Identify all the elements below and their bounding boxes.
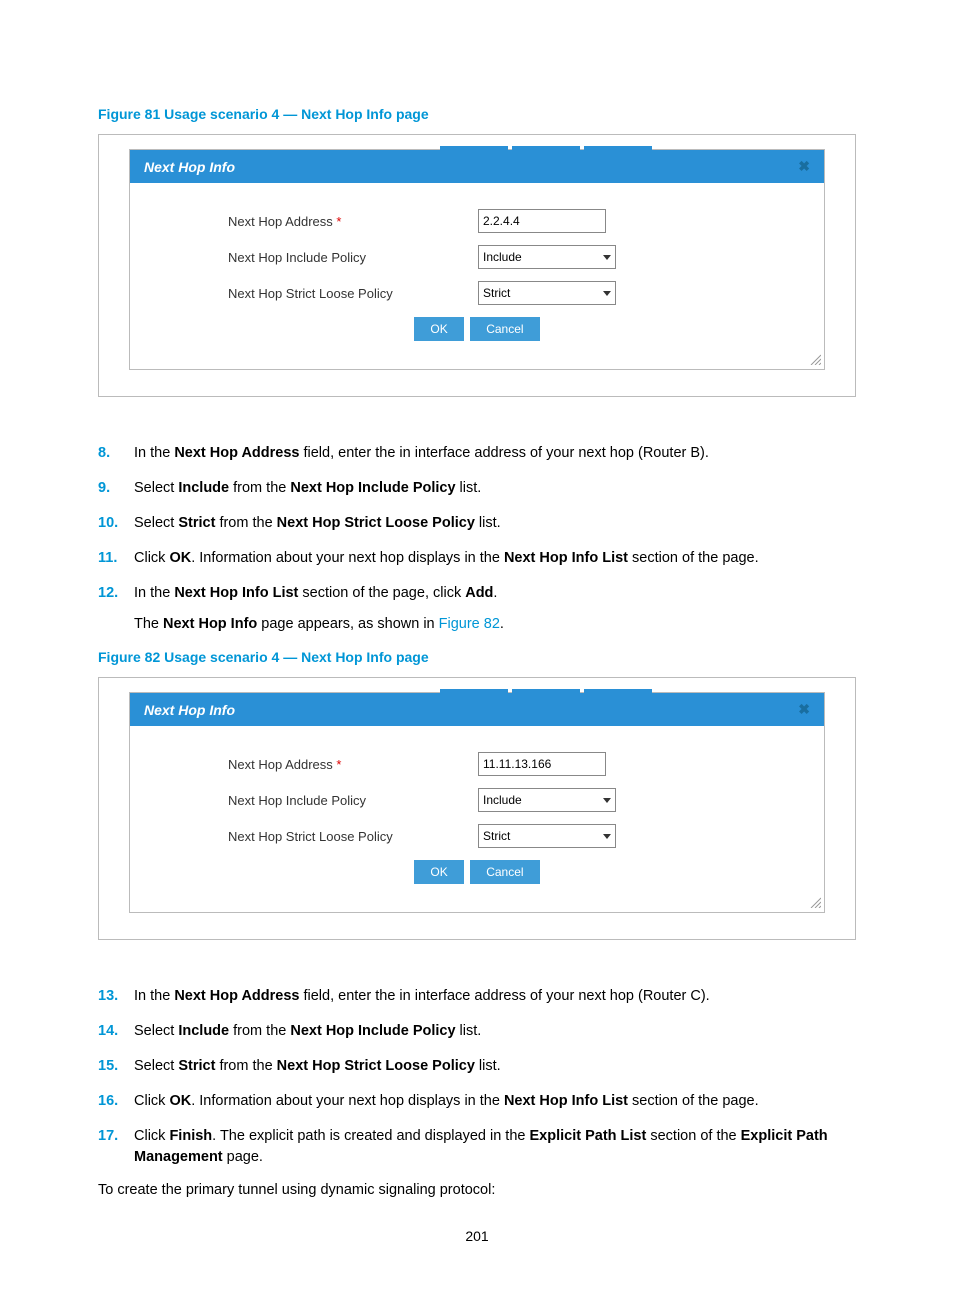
next-hop-info-dialog: Next Hop Info ✖ Next Hop Address * Next … [129,149,825,370]
cancel-button[interactable]: Cancel [470,860,539,884]
figure-link[interactable]: Figure 82 [439,616,500,632]
dialog-header: Next Hop Info ✖ [130,693,824,726]
step-text: In the Next Hop Address field, enter the… [134,986,856,1007]
select-value: Include [483,793,522,807]
step-number: 12. [98,583,134,635]
next-hop-include-policy-select[interactable]: Include [478,788,616,812]
chevron-down-icon [603,834,611,839]
step-item: 10.Select Strict from the Next Hop Stric… [98,513,856,534]
ok-button[interactable]: OK [414,317,463,341]
dialog-body: Next Hop Address * Next Hop Include Poli… [130,183,824,351]
figure-81-screenshot: Next Hop Info ✖ Next Hop Address * Next … [98,134,856,397]
step-subtext: The Next Hop Info page appears, as shown… [134,614,856,635]
figure-82-caption: Figure 82 Usage scenario 4 — Next Hop In… [98,649,856,665]
step-number: 13. [98,986,134,1007]
step-item: 9.Select Include from the Next Hop Inclu… [98,478,856,499]
page-number: 201 [98,1228,856,1244]
step-number: 8. [98,443,134,464]
next-hop-include-policy-select[interactable]: Include [478,245,616,269]
step-number: 15. [98,1056,134,1077]
steps-list-a: 8.In the Next Hop Address field, enter t… [98,443,856,635]
chevron-down-icon [603,291,611,296]
figure-82-screenshot: Next Hop Info ✖ Next Hop Address * Next … [98,677,856,940]
next-hop-address-label: Next Hop Address * [140,757,478,772]
step-text: Select Strict from the Next Hop Strict L… [134,513,856,534]
step-item: 13.In the Next Hop Address field, enter … [98,986,856,1007]
step-number: 16. [98,1091,134,1112]
figure-81-caption: Figure 81 Usage scenario 4 — Next Hop In… [98,106,856,122]
next-hop-include-policy-label: Next Hop Include Policy [140,250,478,265]
close-icon[interactable]: ✖ [798,158,810,175]
next-hop-include-policy-label: Next Hop Include Policy [140,793,478,808]
step-item: 12.In the Next Hop Info List section of … [98,583,856,635]
step-number: 9. [98,478,134,499]
dialog-header: Next Hop Info ✖ [130,150,824,183]
next-hop-strict-loose-policy-select[interactable]: Strict [478,281,616,305]
cancel-button[interactable]: Cancel [470,317,539,341]
step-text: In the Next Hop Address field, enter the… [134,443,856,464]
step-number: 14. [98,1021,134,1042]
step-item: 8.In the Next Hop Address field, enter t… [98,443,856,464]
select-value: Strict [483,829,510,843]
step-text: Select Include from the Next Hop Include… [134,1021,856,1042]
step-text: Click OK. Information about your next ho… [134,548,856,569]
step-item: 15.Select Strict from the Next Hop Stric… [98,1056,856,1077]
select-value: Include [483,250,522,264]
select-value: Strict [483,286,510,300]
chevron-down-icon [603,798,611,803]
next-hop-address-input[interactable] [478,209,606,233]
next-hop-info-dialog: Next Hop Info ✖ Next Hop Address * Next … [129,692,825,913]
next-hop-strict-loose-policy-label: Next Hop Strict Loose Policy [140,286,478,301]
ok-button[interactable]: OK [414,860,463,884]
step-item: 11.Click OK. Information about your next… [98,548,856,569]
step-number: 11. [98,548,134,569]
step-text: Select Include from the Next Hop Include… [134,478,856,499]
trailing-paragraph: To create the primary tunnel using dynam… [98,1182,856,1198]
dialog-title: Next Hop Info [144,702,235,718]
steps-list-b: 13.In the Next Hop Address field, enter … [98,986,856,1168]
step-item: 17.Click Finish. The explicit path is cr… [98,1126,856,1168]
step-item: 14.Select Include from the Next Hop Incl… [98,1021,856,1042]
next-hop-address-input[interactable] [478,752,606,776]
step-text: Click Finish. The explicit path is creat… [134,1126,856,1168]
dialog-body: Next Hop Address * Next Hop Include Poli… [130,726,824,894]
step-number: 10. [98,513,134,534]
step-item: 16.Click OK. Information about your next… [98,1091,856,1112]
resize-grip-icon[interactable] [130,894,824,912]
next-hop-address-label: Next Hop Address * [140,214,478,229]
next-hop-strict-loose-policy-label: Next Hop Strict Loose Policy [140,829,478,844]
step-text: In the Next Hop Info List section of the… [134,583,856,635]
resize-grip-icon[interactable] [130,351,824,369]
step-text: Select Strict from the Next Hop Strict L… [134,1056,856,1077]
step-number: 17. [98,1126,134,1168]
dialog-title: Next Hop Info [144,159,235,175]
close-icon[interactable]: ✖ [798,701,810,718]
chevron-down-icon [603,255,611,260]
next-hop-strict-loose-policy-select[interactable]: Strict [478,824,616,848]
step-text: Click OK. Information about your next ho… [134,1091,856,1112]
